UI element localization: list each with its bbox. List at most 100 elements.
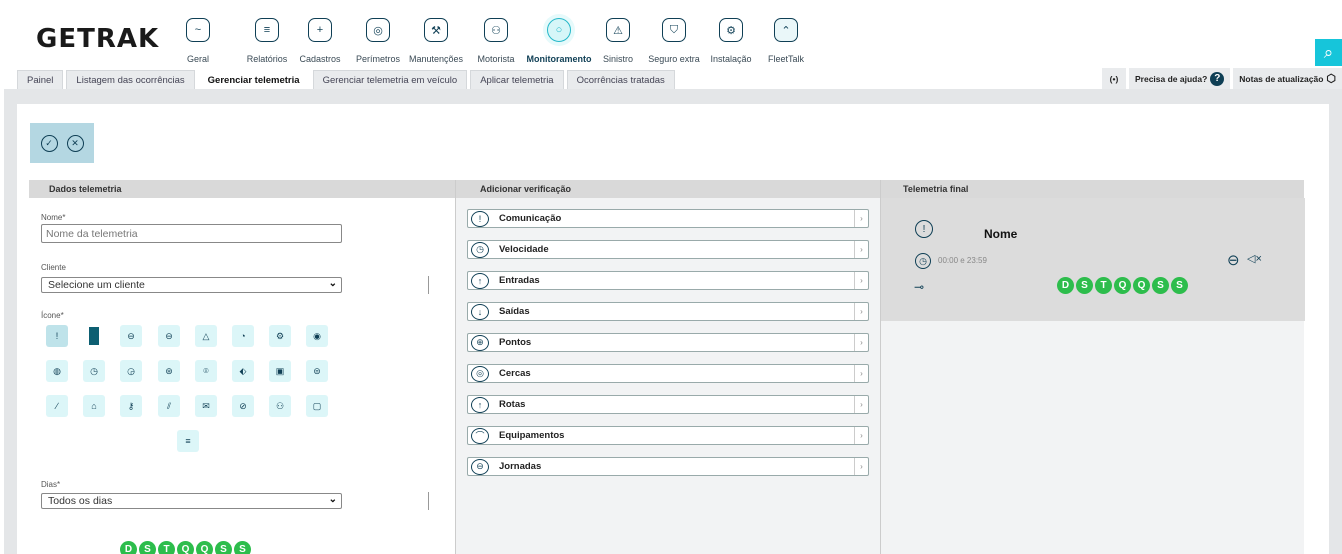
shield-icon: ⛉ [662,18,686,42]
menu-icon[interactable]: ≡ [177,430,199,452]
module-geral[interactable]: ~ Geral [176,16,220,66]
day-badge: Q [1114,277,1131,294]
fleettalk-icon: ⌃ [774,18,798,42]
module-nav: ~ Geral ≡ Relatórios + Cadastros ◎ Perímetro… [176,16,808,66]
battery-icon[interactable] [83,325,105,347]
tab-gerenciar-telemetria-veiculo[interactable]: Gerenciar telemetria em veículo [312,70,468,89]
module-perimetros[interactable]: ◎ Perímetros [354,16,402,66]
target-icon: ◎ [366,18,390,42]
verification-pontos[interactable]: ⊕ Pontos › [467,333,869,352]
module-fleettalk[interactable]: ⌃ FleetTalk [764,16,808,66]
key-icon: ⊸ [914,280,925,294]
driver-icon: ⚇ [484,18,508,42]
tab-listagem-ocorrencias[interactable]: Listagem das ocorrências [66,70,195,89]
module-sinistro[interactable]: ⚠ Sinistro [598,16,638,66]
dados-telemetria-title: Dados telemetria [29,180,455,198]
output-signal-icon: ↓ [471,303,489,320]
install-icon: ⚙ [719,18,743,42]
day-badge: S [215,541,232,554]
signal-button[interactable]: (•) [1102,68,1126,89]
cliente-label: Cliente [41,263,66,272]
verification-velocidade[interactable]: ◷ Velocidade › [467,240,869,259]
day-badge: S [139,541,156,554]
module-seguro-extra[interactable]: ⛉ Seguro extra [646,16,702,66]
chevron-right-icon: › [854,210,868,227]
day-badge: Q [177,541,194,554]
speedometer-icon: ◷ [471,241,489,258]
cliente-select[interactable]: Selecione um cliente ⌄ [41,277,342,293]
day-badge: T [158,541,175,554]
gear-icon[interactable]: ⚙ [269,325,291,347]
tag-icon[interactable]: ⬖ [232,360,254,382]
ignition-icon[interactable]: ◍ [46,360,68,382]
action-bar: ✓ ✕ [30,123,94,163]
clock-icon[interactable]: ◷ [83,360,105,382]
module-motorista[interactable]: ⚇ Motorista [474,16,518,66]
dias-select[interactable]: Todos os dias ⌄ [41,493,342,509]
tab-aplicar-telemetria[interactable]: Aplicar telemetria [470,70,564,89]
confirm-button[interactable]: ✓ [40,134,58,152]
nome-input[interactable]: Nome da telemetria [41,224,342,243]
unlock-icon[interactable]: ⊖ [158,325,180,347]
module-monitoramento[interactable]: ○ Monitoramento [526,16,592,66]
verification-saidas[interactable]: ↓ Saídas › [467,302,869,321]
nome-label: Nome* [41,213,66,222]
module-relatorios[interactable]: ≡ Relatórios [240,16,294,66]
close-icon: ✕ [71,137,79,148]
tab-painel[interactable]: Painel [17,70,64,89]
tab-gerenciar-telemetria[interactable]: Gerenciar telemetria [197,70,310,89]
verification-entradas[interactable]: ↑ Entradas › [467,271,869,290]
folder-plus-icon: + [308,18,332,42]
message-icon[interactable]: ▢ [306,395,328,417]
key-icon[interactable]: ⚷ [120,395,142,417]
dias-label: Dias* [41,480,61,489]
verification-cercas[interactable]: ◎ Cercas › [467,364,869,383]
final-preview: ! Nome ◷ 00:00 e 23:59 ⊖ ◁× ⊸ D S T Q Q … [881,198,1305,321]
adicionar-verificacao-panel: Adicionar verificação ! Comunicação › ◷ Vel… [455,180,880,554]
divider [428,276,429,294]
telemetry-card: ✓ ✕ Dados telemetria Nome* Nome da telem… [17,104,1329,554]
eye-icon[interactable]: ◉ [306,325,328,347]
verification-equipamentos[interactable]: ⌒ Equipamentos › [467,426,869,445]
device-icon[interactable]: ▣ [269,360,291,382]
clip-icon[interactable]: ⫽ [158,395,180,417]
module-manutencoes[interactable]: ⚒ Manutenções [408,16,464,66]
home-icon[interactable]: ⌂ [83,395,105,417]
siren-icon: ⚠ [606,18,630,42]
final-days: D S T Q Q S S [1057,277,1188,294]
chevron-right-icon: › [854,458,868,475]
monitor-icon: ○ [547,18,571,42]
search-button[interactable]: ⌕ [1315,39,1342,66]
target-icon: ◎ [471,365,489,382]
pencil-icon[interactable]: ∕ [46,395,68,417]
getrak-logo: GETRAK [36,24,160,54]
final-time: 00:00 e 23:59 [938,256,987,265]
steering-icon[interactable]: ⊛ [158,360,180,382]
wrench-icon: ⚒ [424,18,448,42]
input-signal-icon: ↑ [471,272,489,289]
mail-icon[interactable]: ✉ [195,395,217,417]
fuel-icon[interactable]: ⊜ [306,360,328,382]
tab-ocorrencias-tratadas[interactable]: Ocorrências tratadas [566,70,675,89]
verification-jornadas[interactable]: ⊖ Jornadas › [467,457,869,476]
verification-comunicacao[interactable]: ! Comunicação › [467,209,869,228]
speed-icon[interactable]: ⊘ [232,395,254,417]
alert-icon[interactable]: ! [46,325,68,347]
lock-icon[interactable]: ⊖ [120,325,142,347]
module-instalacao[interactable]: ⚙ Instalação [706,16,756,66]
gauge-icon[interactable]: ◔ [232,325,254,347]
module-cadastros[interactable]: + Cadastros [296,16,344,66]
speedometer-icon[interactable]: ◶ [120,360,142,382]
equipment-icon: ⌒ [471,427,489,444]
user-icon[interactable]: ⚇ [269,395,291,417]
warning-icon[interactable]: △ [195,325,217,347]
verification-rotas[interactable]: ↑ Rotas › [467,395,869,414]
chevron-right-icon: › [854,365,868,382]
updates-button[interactable]: Notas de atualização ⬡ [1233,68,1342,89]
cancel-button[interactable]: ✕ [66,134,84,152]
tab-bar: Painel Listagem das ocorrências Gerencia… [17,70,678,89]
help-button[interactable]: Precisa de ajuda?? [1129,68,1231,89]
verification-list: ! Comunicação › ◷ Velocidade › ↑ Entradas › ↓ S… [467,209,869,488]
antenna-icon[interactable]: ⌾ [195,360,217,382]
signal-icon: (•) [1109,73,1119,84]
